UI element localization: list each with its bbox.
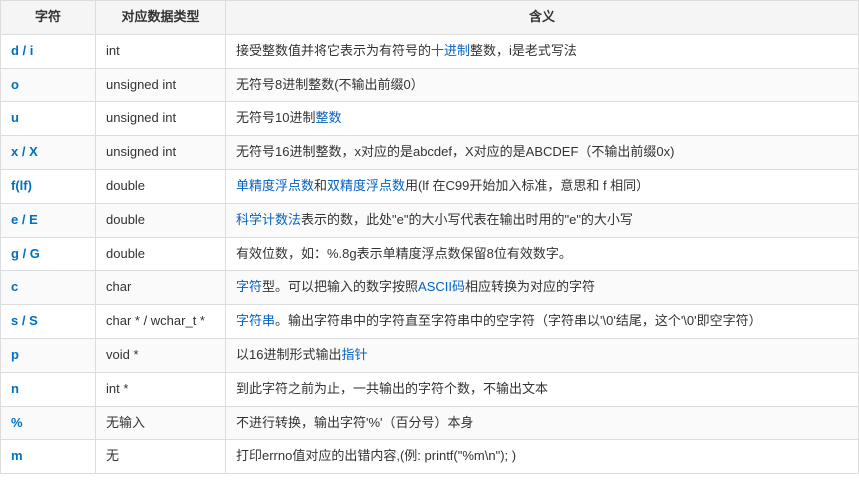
meaning-link[interactable]: 字符串 [236,313,275,328]
header-type: 对应数据类型 [96,1,226,35]
meaning-text: 无符号10进制 [236,110,315,125]
meaning-text: 和 [314,178,327,193]
type-cell: int * [96,372,226,406]
table-row: g / Gdouble 有效位数，如：%.8g表示单精度浮点数保留8位有效数字。 [1,237,859,271]
meaning-cell: 以16进制形式输出指针 [226,338,859,372]
meaning-cell: 接受整数值并将它表示为有符号的十进制整数，i是老式写法 [226,34,859,68]
type-cell: unsigned int [96,136,226,170]
type-cell: 无输入 [96,406,226,440]
type-cell: char * / wchar_t * [96,305,226,339]
meaning-text: 相应转换为对应的字符 [465,279,595,294]
meaning-text: 整数，i是老式写法 [470,43,577,58]
type-cell: void * [96,338,226,372]
symbol-cell: % [1,406,96,440]
symbol-cell: o [1,68,96,102]
meaning-cell: 单精度浮点数和双精度浮点数用(lf 在C99开始加入标准，意思和 f 相同） [226,169,859,203]
meaning-cell: 字符型。可以把输入的数字按照ASCII码相应转换为对应的字符 [226,271,859,305]
main-table: 字符 对应数据类型 含义 d / iint接受整数值并将它表示为有符号的十进制整… [0,0,859,474]
meaning-text: 有效位数，如：%.8g表示单精度浮点数保留8位有效数字。 [236,246,572,261]
meaning-link[interactable]: 单精度浮点数 [236,178,314,193]
symbol-cell: c [1,271,96,305]
table-row: %无输入不进行转换，输出字符'%'（百分号）本身 [1,406,859,440]
meaning-text: 到此字符之前为止，一共输出的字符个数，不输出文本 [236,381,548,396]
type-cell: double [96,203,226,237]
meaning-cell: 有效位数，如：%.8g表示单精度浮点数保留8位有效数字。 [226,237,859,271]
table-row: f(lf)double单精度浮点数和双精度浮点数用(lf 在C99开始加入标准，… [1,169,859,203]
type-cell: char [96,271,226,305]
table-row: s / Schar * / wchar_t *字符串。输出字符串中的字符直至字符… [1,305,859,339]
meaning-cell: 到此字符之前为止，一共输出的字符个数，不输出文本 [226,372,859,406]
type-cell: double [96,169,226,203]
meaning-link[interactable]: 十进制 [431,43,470,58]
meaning-text: 以16进制形式输出 [236,347,341,362]
meaning-text: 打印errno值对应的出错内容,(例: printf("%m\n"); ) [236,448,516,463]
type-cell: int [96,34,226,68]
table-row: uunsigned int无符号10进制整数 [1,102,859,136]
symbol-cell: g / G [1,237,96,271]
table-row: e / Edouble科学计数法表示的数，此处"e"的大小写代表在输出时用的"e… [1,203,859,237]
meaning-text: 型。可以把输入的数字按照 [262,279,418,294]
symbol-cell: x / X [1,136,96,170]
meaning-link[interactable]: 整数 [315,110,341,125]
symbol-cell: e / E [1,203,96,237]
type-cell: unsigned int [96,68,226,102]
symbol-cell: u [1,102,96,136]
symbol-cell: d / i [1,34,96,68]
symbol-cell: f(lf) [1,169,96,203]
meaning-cell: 无符号8进制整数(不输出前缀0） [226,68,859,102]
meaning-text: 接受整数值并将它表示为有符号的 [236,43,431,58]
meaning-link[interactable]: 字符 [236,279,262,294]
symbol-cell: m [1,440,96,474]
meaning-text: 用(lf 在C99开始加入标准，意思和 f 相同） [405,178,649,193]
type-cell: unsigned int [96,102,226,136]
meaning-text: 无符号16进制整数，x对应的是abcdef，X对应的是ABCDEF（不输出前缀0… [236,144,674,159]
meaning-cell: 打印errno值对应的出错内容,(例: printf("%m\n"); ) [226,440,859,474]
table-row: pvoid *以16进制形式输出指针 [1,338,859,372]
meaning-link[interactable]: ASCII码 [418,279,465,294]
symbol-cell: s / S [1,305,96,339]
meaning-cell: 无符号16进制整数，x对应的是abcdef，X对应的是ABCDEF（不输出前缀0… [226,136,859,170]
type-cell: double [96,237,226,271]
meaning-cell: 不进行转换，输出字符'%'（百分号）本身 [226,406,859,440]
symbol-cell: p [1,338,96,372]
table-row: ounsigned int 无符号8进制整数(不输出前缀0） [1,68,859,102]
meaning-link[interactable]: 科学计数法 [236,212,301,227]
table-row: cchar字符型。可以把输入的数字按照ASCII码相应转换为对应的字符 [1,271,859,305]
table-row: x / Xunsigned int 无符号16进制整数，x对应的是abcdef，X… [1,136,859,170]
meaning-text: 无符号8进制整数(不输出前缀0） [236,77,424,92]
meaning-cell: 无符号10进制整数 [226,102,859,136]
meaning-text: 表示的数，此处"e"的大小写代表在输出时用的"e"的大小写 [301,212,633,227]
table-row: d / iint接受整数值并将它表示为有符号的十进制整数，i是老式写法 [1,34,859,68]
type-cell: 无 [96,440,226,474]
meaning-link[interactable]: 双精度浮点数 [327,178,405,193]
header-meaning: 含义 [226,1,859,35]
symbol-cell: n [1,372,96,406]
meaning-cell: 科学计数法表示的数，此处"e"的大小写代表在输出时用的"e"的大小写 [226,203,859,237]
table-row: m无打印errno值对应的出错内容,(例: printf("%m\n"); ) [1,440,859,474]
header-symbol: 字符 [1,1,96,35]
meaning-link[interactable]: 指针 [341,347,367,362]
table-row: nint * 到此字符之前为止，一共输出的字符个数，不输出文本 [1,372,859,406]
meaning-cell: 字符串。输出字符串中的字符直至字符串中的空字符（字符串以'\0'结尾，这个'\0… [226,305,859,339]
meaning-text: 不进行转换，输出字符'%'（百分号）本身 [236,415,474,430]
meaning-text: 。输出字符串中的字符直至字符串中的空字符（字符串以'\0'结尾，这个'\0'即空… [275,313,762,328]
